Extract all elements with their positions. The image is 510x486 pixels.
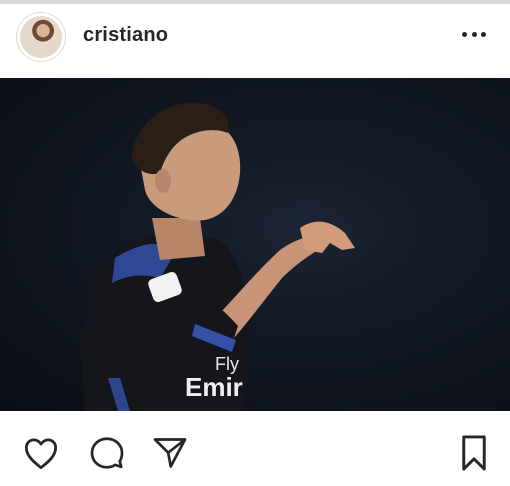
avatar[interactable] <box>16 12 66 62</box>
post-header: cristiano <box>0 4 510 78</box>
comment-icon[interactable] <box>87 433 127 473</box>
jersey-sponsor-line1: Fly <box>215 354 239 374</box>
send-icon[interactable] <box>150 433 190 473</box>
username[interactable]: cristiano <box>83 24 168 47</box>
post-actions <box>0 411 510 486</box>
heart-icon[interactable] <box>21 433 61 473</box>
more-options-icon[interactable] <box>462 26 486 42</box>
post-photo[interactable]: Fly Emir <box>0 78 510 411</box>
player-illustration: Fly Emir <box>80 102 355 411</box>
bookmark-icon[interactable] <box>454 433 494 473</box>
avatar-image <box>20 16 62 58</box>
jersey-sponsor-line2: Emir <box>185 372 243 402</box>
